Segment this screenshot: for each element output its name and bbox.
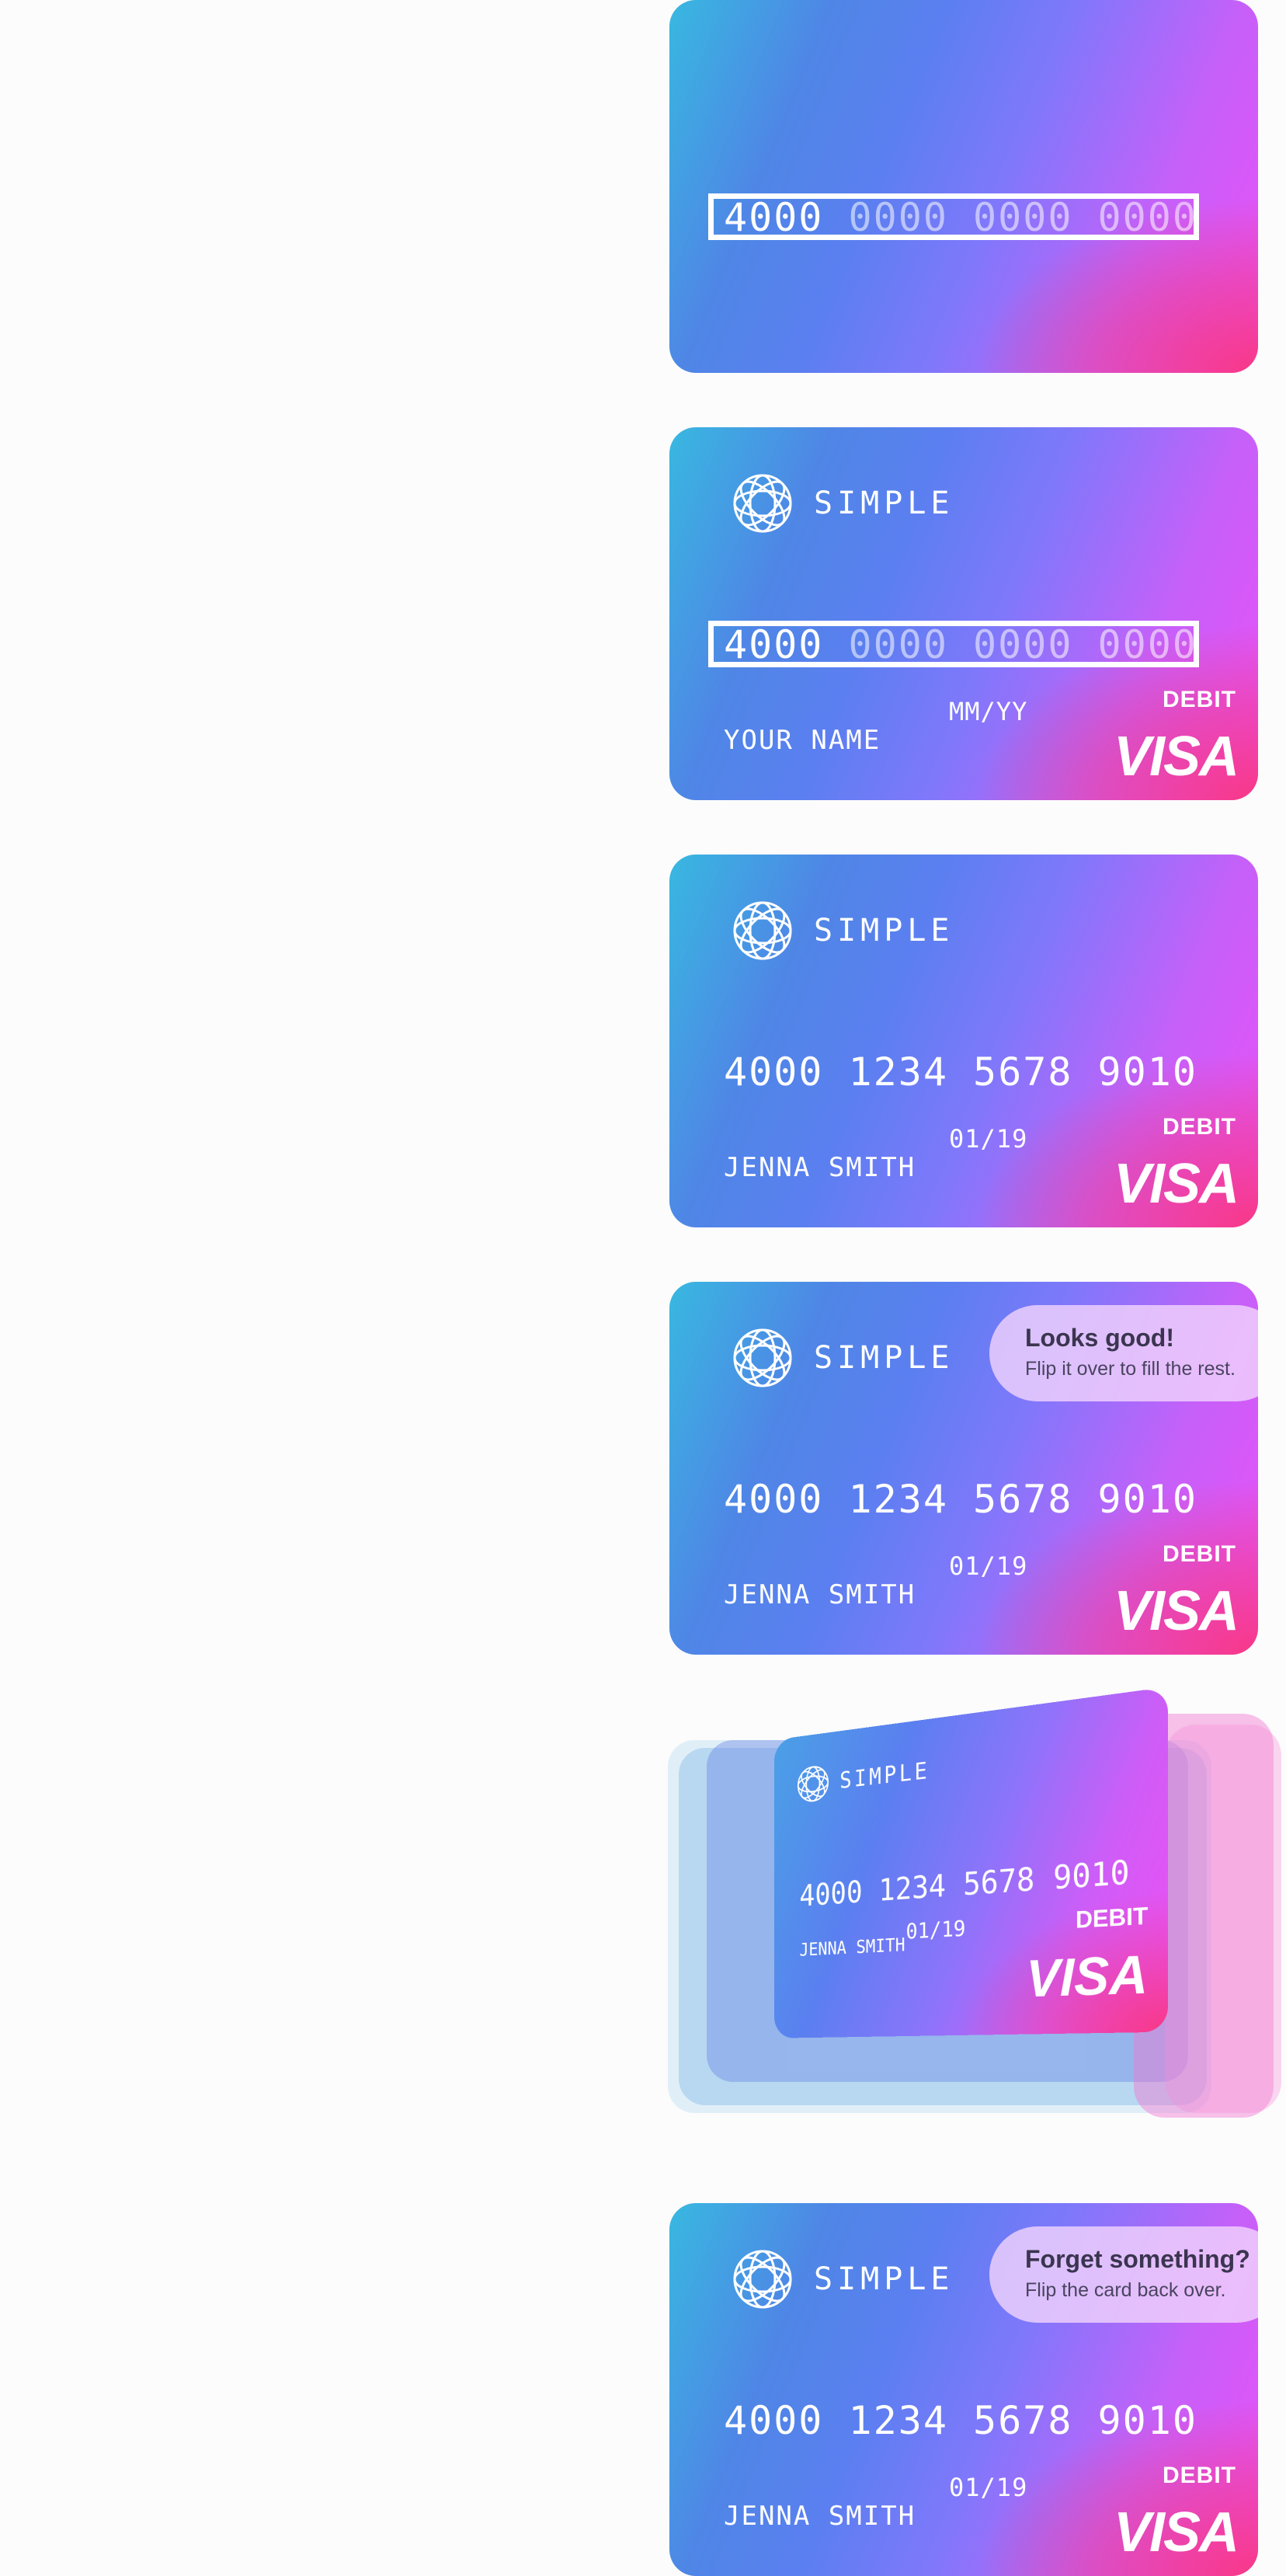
simple-logo-icon bbox=[732, 2249, 793, 2310]
expiry-field[interactable]: 01/19 bbox=[949, 1551, 1027, 1581]
brand-name: SIMPLE bbox=[839, 1756, 930, 1794]
brand-logo: SIMPLE bbox=[730, 898, 954, 963]
visa-logo: VISA bbox=[1113, 726, 1239, 788]
hint-title: Looks good! bbox=[1025, 1324, 1174, 1352]
hint-subtitle: Flip it over to fill the rest. bbox=[1025, 1358, 1236, 1380]
visa-logo: VISA bbox=[1113, 1580, 1239, 1642]
card-type-label: DEBIT bbox=[1163, 1541, 1236, 1567]
card-step-number-entry: 4000 0000 0000 0000 bbox=[669, 0, 1258, 373]
simple-logo-icon bbox=[732, 473, 793, 534]
simple-logo-icon bbox=[732, 900, 793, 961]
card-step-forget-something: SIMPLE Forget something? Flip the card b… bbox=[669, 2203, 1258, 2576]
card-step-looks-good: SIMPLE Looks good! Flip it over to fill … bbox=[669, 1282, 1258, 1655]
card-number-text: 4000 0000 0000 0000 bbox=[724, 195, 1197, 240]
hint-subtitle: Flip the card back over. bbox=[1025, 2279, 1226, 2301]
hint-bubble: Looks good! Flip it over to fill the res… bbox=[989, 1305, 1258, 1401]
simple-logo-icon bbox=[732, 1328, 793, 1388]
brand-logo: SIMPLE bbox=[730, 1325, 954, 1391]
cardholder-name-field[interactable]: YOUR NAME bbox=[724, 725, 881, 756]
expiry-text: 01/19 bbox=[905, 1915, 966, 1944]
visa-logo: VISA bbox=[1026, 1943, 1149, 2008]
simple-logo-icon bbox=[797, 1763, 829, 1805]
expiry-field[interactable]: 01/19 bbox=[949, 1124, 1027, 1154]
brand-name: SIMPLE bbox=[814, 1340, 954, 1376]
card-type-label: DEBIT bbox=[1075, 1902, 1149, 1934]
visa-logo: VISA bbox=[1113, 2501, 1239, 2564]
expiry-field[interactable]: MM/YY bbox=[949, 697, 1027, 726]
card-step-filled: SIMPLE 4000 1234 5678 9010 01/19 JENNA S… bbox=[669, 855, 1258, 1227]
brand-logo: SIMPLE bbox=[730, 2247, 954, 2312]
brand-logo: SIMPLE bbox=[796, 1749, 930, 1805]
brand-logo: SIMPLE bbox=[730, 471, 954, 536]
card-flip-animation: SIMPLE 4000 1234 5678 9010 01/19 JENNA S… bbox=[668, 1687, 1286, 2144]
hint-bubble: Forget something? Flip the card back ove… bbox=[989, 2226, 1258, 2323]
card-number-text[interactable]: 4000 1234 5678 9010 bbox=[724, 1478, 1197, 1521]
card-number-text: 4000 1234 5678 9010 bbox=[799, 1854, 1130, 1914]
card-step-empty-fields: SIMPLE 4000 0000 0000 0000 MM/YY YOUR NA… bbox=[669, 427, 1258, 800]
cardholder-name-text: JENNA SMITH bbox=[799, 1934, 905, 1961]
cardholder-name-field[interactable]: JENNA SMITH bbox=[724, 1152, 916, 1183]
hint-title: Forget something? bbox=[1025, 2245, 1250, 2273]
card-number-text[interactable]: 4000 1234 5678 9010 bbox=[724, 2399, 1197, 2442]
card-number-text: 4000 0000 0000 0000 bbox=[724, 622, 1197, 667]
card-type-label: DEBIT bbox=[1163, 2463, 1236, 2488]
flip-trail-layer bbox=[1165, 1725, 1281, 2113]
flipping-card: SIMPLE 4000 1234 5678 9010 01/19 JENNA S… bbox=[773, 1687, 1168, 2038]
brand-name: SIMPLE bbox=[814, 486, 954, 521]
brand-name: SIMPLE bbox=[814, 2261, 954, 2297]
cardholder-name-field[interactable]: JENNA SMITH bbox=[724, 2501, 916, 2532]
card-type-label: DEBIT bbox=[1163, 687, 1236, 712]
brand-name: SIMPLE bbox=[814, 913, 954, 949]
expiry-field[interactable]: 01/19 bbox=[949, 2473, 1027, 2502]
card-type-label: DEBIT bbox=[1163, 1114, 1236, 1140]
cardholder-name-field[interactable]: JENNA SMITH bbox=[724, 1579, 916, 1610]
visa-logo: VISA bbox=[1113, 1153, 1239, 1215]
card-number-text[interactable]: 4000 1234 5678 9010 bbox=[724, 1050, 1197, 1094]
